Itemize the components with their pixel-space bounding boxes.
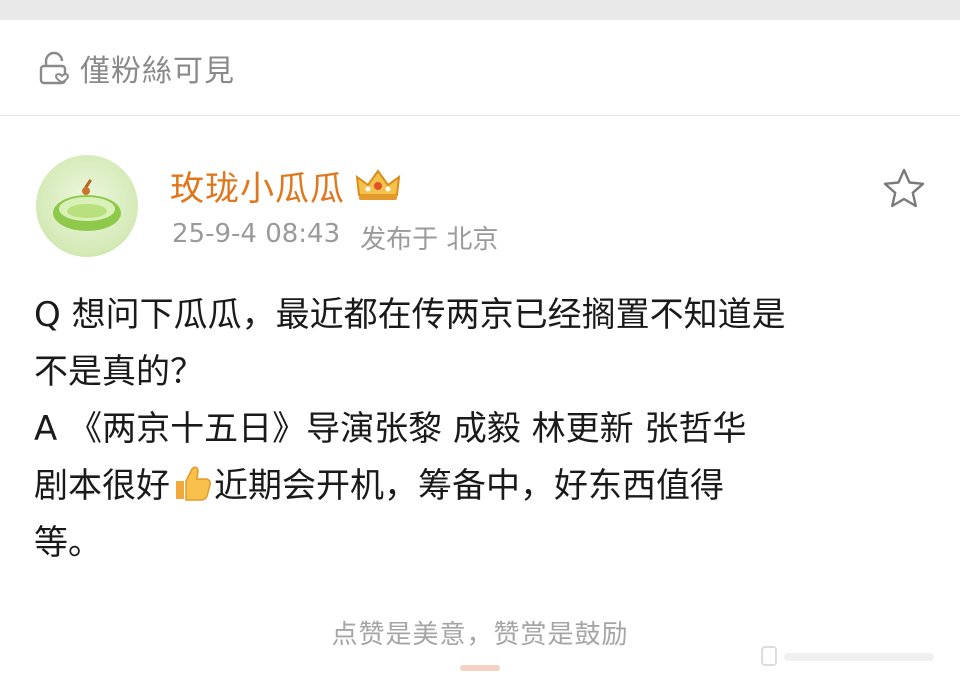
watermark-logo [761, 646, 934, 666]
author-row: 玫珑小瓜瓜 [170, 161, 403, 209]
visibility-label: 僅粉絲可見 [80, 53, 235, 89]
visibility-indicator: 僅粉絲可見 [0, 20, 960, 116]
content-line: A 《两京十五日》导演张黎 成毅 林更新 张哲华 [34, 409, 747, 449]
crown-icon [355, 169, 401, 200]
post-meta: 25-9-4 08:43 发布于 北京 [172, 219, 498, 256]
author-avatar[interactable] [36, 155, 138, 257]
reward-indicator [460, 665, 500, 671]
content-line: 剧本很好 [34, 466, 170, 506]
content-line: 等。 [34, 523, 102, 563]
post-content: Q 想问下瓜瓜，最近都在传两京已经搁置不知道是 不是真的？ A 《两京十五日》导… [34, 287, 924, 572]
weibo-post: 玫珑小瓜瓜 25-9-4 08:43 发布于 北京 Q 想问下瓜瓜，最近都在传两… [0, 117, 960, 679]
content-line: 近期会开机，筹备中，好东西值得 [214, 466, 724, 506]
top-strip [0, 0, 960, 20]
star-icon [883, 168, 925, 208]
favorite-button[interactable] [880, 165, 928, 213]
author-name[interactable]: 玫珑小瓜瓜 [170, 161, 345, 210]
thumbs-up-emoji [176, 466, 211, 501]
post-location: 发布于 北京 [360, 225, 499, 255]
content-line-with-emoji: 剧本很好 近期会开机，筹备中，好东西值得 [34, 458, 924, 515]
melon-avatar [53, 179, 121, 231]
lock-heart-icon [34, 48, 74, 88]
content-line: 不是真的？ [34, 352, 204, 392]
content-line: Q 想问下瓜瓜，最近都在传两京已经搁置不知道是 [34, 295, 786, 335]
post-time: 25-9-4 08:43 [172, 219, 341, 249]
